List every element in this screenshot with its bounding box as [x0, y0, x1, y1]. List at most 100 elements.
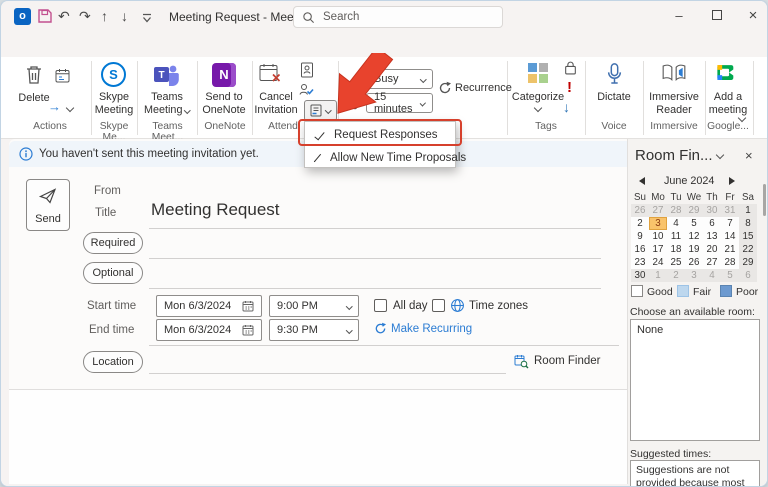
calendar-day[interactable]: 1 [649, 269, 667, 282]
high-importance-icon[interactable]: ! [567, 79, 572, 96]
dictate-label[interactable]: Dictate [591, 91, 637, 104]
add-a-meeting-label[interactable]: Add a meeting [707, 91, 749, 116]
send-to-onenote-label[interactable]: Send to OneNote [198, 91, 250, 116]
end-time-select[interactable]: 9:30 PM [269, 319, 359, 341]
calendar-day[interactable]: 3 [685, 269, 703, 282]
calendar-next-icon[interactable] [729, 177, 735, 185]
move-down-icon[interactable]: ↓ [121, 8, 128, 25]
date-picker-icon[interactable] [242, 324, 254, 336]
calendar-day[interactable]: 14 [721, 230, 739, 243]
calendar-day[interactable]: 24 [649, 256, 667, 269]
search-box[interactable]: Search [293, 6, 503, 28]
end-date-input[interactable]: Mon 6/3/2024 [156, 319, 262, 341]
send-button[interactable]: Send [26, 179, 70, 231]
room-finder-close-icon[interactable]: × [745, 148, 753, 163]
start-time-select[interactable]: 9:00 PM [269, 295, 359, 317]
calendar-day[interactable]: 27 [703, 256, 721, 269]
message-body[interactable] [9, 390, 627, 484]
skype-meeting-icon[interactable]: S [101, 62, 126, 87]
recurrence-label[interactable]: Recurrence [455, 82, 512, 94]
private-lock-icon[interactable] [563, 60, 578, 80]
calendar-day[interactable]: 15 [739, 230, 757, 243]
calendar-day[interactable]: 22 [739, 243, 757, 256]
calendar-day[interactable]: 5 [721, 269, 739, 282]
title-value[interactable]: Meeting Request [151, 200, 280, 220]
calendar-day[interactable]: 3 [649, 217, 667, 230]
immersive-reader-icon[interactable] [661, 63, 687, 88]
delete-icon[interactable] [25, 65, 43, 90]
chevron-down-icon[interactable] [65, 103, 75, 113]
dictate-icon[interactable] [606, 62, 623, 91]
calendar-day[interactable]: 1 [739, 204, 757, 217]
calendar-day[interactable]: 28 [667, 204, 685, 217]
calendar-day[interactable]: 12 [685, 230, 703, 243]
calendar-day[interactable]: 26 [631, 204, 649, 217]
cancel-invitation-icon[interactable] [259, 63, 282, 89]
move-up-icon[interactable]: ↑ [101, 8, 108, 25]
all-day-checkbox[interactable] [374, 299, 387, 312]
calendar-day[interactable]: 31 [721, 204, 739, 217]
make-recurring-link[interactable]: Make Recurring [391, 323, 472, 335]
maximize-button[interactable] [707, 7, 727, 25]
calendar-day[interactable]: 29 [739, 256, 757, 269]
calendar-day[interactable]: 8 [739, 217, 757, 230]
calendar-day[interactable]: 4 [703, 269, 721, 282]
calendar-day[interactable]: 9 [631, 230, 649, 243]
calendar-day[interactable]: 17 [649, 243, 667, 256]
calendar-prev-icon[interactable] [639, 177, 645, 185]
save-icon[interactable] [37, 8, 53, 29]
calendar-day[interactable]: 11 [667, 230, 685, 243]
calendar-day[interactable]: 29 [685, 204, 703, 217]
suggested-times-box[interactable]: Suggestions are not provided because mos… [630, 460, 760, 486]
recurrence-icon[interactable] [438, 81, 452, 100]
calendar-day[interactable]: 30 [703, 204, 721, 217]
calendar-day[interactable]: 28 [721, 256, 739, 269]
immersive-reader-label[interactable]: Immersive Reader [646, 91, 702, 116]
calendar-day[interactable]: 20 [703, 243, 721, 256]
google-meet-icon[interactable] [717, 64, 739, 86]
new-meeting-icon[interactable] [55, 68, 71, 89]
calendar-day[interactable]: 6 [739, 269, 757, 282]
room-listbox[interactable]: None [630, 319, 760, 441]
room-finder-button[interactable]: Room Finder [534, 355, 600, 367]
room-list-item[interactable]: None [631, 320, 759, 336]
cancel-invitation-label[interactable]: Cancel Invitation [251, 91, 301, 116]
calendar-day[interactable]: 5 [685, 217, 703, 230]
redo-icon[interactable]: ↷ [79, 8, 91, 25]
calendar-day[interactable]: 18 [667, 243, 685, 256]
teams-meeting-icon[interactable]: T [153, 63, 180, 92]
date-picker-icon[interactable] [242, 300, 254, 312]
onenote-icon[interactable]: N [212, 63, 236, 87]
calendar-day[interactable]: 27 [649, 204, 667, 217]
calendar-day[interactable]: 25 [667, 256, 685, 269]
close-button[interactable]: × [743, 7, 763, 25]
address-book-icon[interactable] [300, 62, 314, 83]
start-date-input[interactable]: Mon 6/3/2024 [156, 295, 262, 317]
calendar-day[interactable]: 4 [667, 217, 685, 230]
minimize-button[interactable]: – [669, 7, 689, 25]
customize-quick-access-icon[interactable] [142, 11, 152, 29]
skype-meeting-label[interactable]: Skype Meeting [92, 91, 136, 116]
optional-button[interactable]: Optional [83, 262, 143, 284]
calendar-day[interactable]: 26 [685, 256, 703, 269]
chevron-down-icon[interactable] [533, 103, 543, 113]
calendar-day[interactable]: 30 [631, 269, 649, 282]
low-importance-icon[interactable]: ↓ [563, 99, 570, 115]
undo-icon[interactable]: ↶ [58, 8, 70, 25]
calendar-day[interactable]: 21 [721, 243, 739, 256]
scrollbar-thumb[interactable] [763, 184, 766, 216]
categorize-icon[interactable] [528, 63, 548, 83]
categorize-label[interactable]: Categorize [509, 91, 567, 104]
menu-item-allow-new-time-proposals[interactable]: Allow New Time Proposals [305, 146, 466, 169]
forward-arrow-icon[interactable]: → [48, 99, 61, 114]
location-button[interactable]: Location [83, 351, 143, 373]
calendar-day[interactable]: 13 [703, 230, 721, 243]
outlook-app-icon[interactable]: o [14, 8, 31, 25]
calendar-day[interactable]: 2 [667, 269, 685, 282]
calendar-day[interactable]: 7 [721, 217, 739, 230]
time-zones-checkbox[interactable] [432, 299, 445, 312]
calendar-day[interactable]: 2 [631, 217, 649, 230]
required-button[interactable]: Required [83, 232, 143, 254]
calendar-day[interactable]: 19 [685, 243, 703, 256]
calendar-day[interactable]: 23 [631, 256, 649, 269]
